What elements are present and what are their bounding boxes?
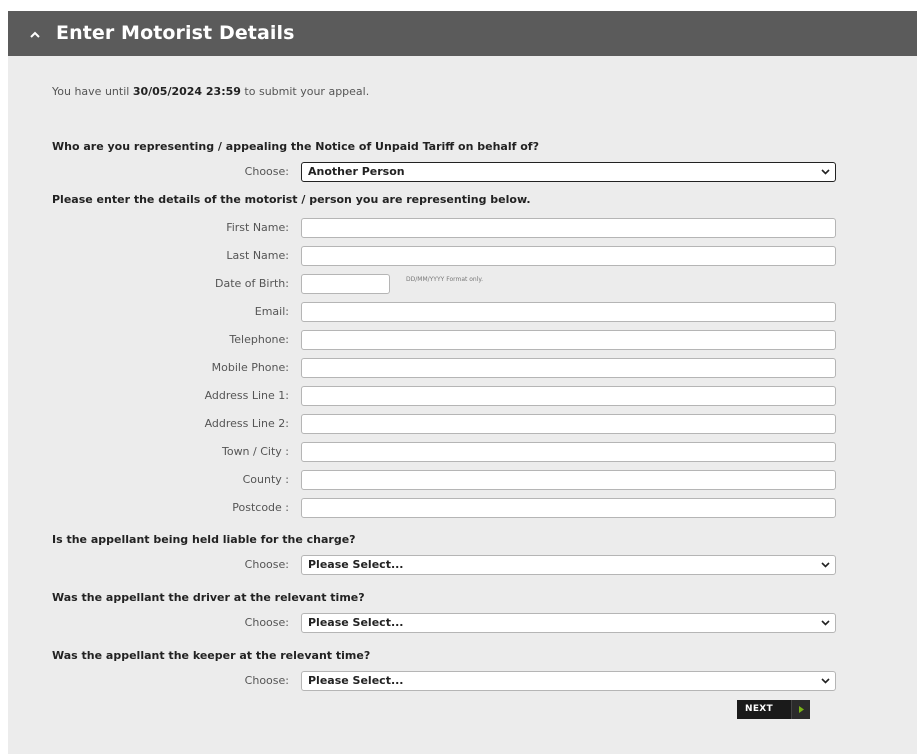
address-line-1-label: Address Line 1: — [204, 389, 289, 402]
chevron-down-icon — [821, 562, 830, 568]
next-button[interactable]: NEXT — [737, 700, 810, 719]
address-line-2-label: Address Line 2: — [204, 417, 289, 430]
liable-choose-label: Choose: — [244, 558, 289, 571]
county-label: County : — [242, 473, 289, 486]
keeper-question: Was the appellant the keeper at the rele… — [52, 649, 371, 662]
dob-label: Date of Birth: — [214, 277, 289, 290]
last-name-input[interactable] — [301, 246, 836, 266]
driver-selected-value: Please Select... — [308, 616, 404, 629]
last-name-label: Last Name: — [226, 249, 289, 262]
panel-header[interactable]: Enter Motorist Details — [8, 11, 917, 56]
email-label: Email: — [254, 305, 289, 318]
mobile-phone-input[interactable] — [301, 358, 836, 378]
driver-select[interactable]: Please Select... — [301, 613, 836, 633]
representing-question: Who are you representing / appealing the… — [52, 140, 539, 153]
email-input[interactable] — [301, 302, 836, 322]
keeper-select[interactable]: Please Select... — [301, 671, 836, 691]
liable-select[interactable]: Please Select... — [301, 555, 836, 575]
mobile-phone-label: Mobile Phone: — [211, 361, 289, 374]
next-button-label: NEXT — [745, 704, 773, 714]
address-line-2-input[interactable] — [301, 414, 836, 434]
first-name-label: First Name: — [226, 221, 289, 234]
driver-question: Was the appellant the driver at the rele… — [52, 591, 365, 604]
county-input[interactable] — [301, 470, 836, 490]
first-name-input[interactable] — [301, 218, 836, 238]
representing-choose-label: Choose: — [244, 165, 289, 178]
telephone-input[interactable] — [301, 330, 836, 350]
telephone-label: Telephone: — [229, 333, 289, 346]
next-arrow-box — [791, 700, 810, 719]
liable-selected-value: Please Select... — [308, 558, 404, 571]
postcode-input[interactable] — [301, 498, 836, 518]
liable-question: Is the appellant being held liable for t… — [52, 533, 356, 546]
town-city-input[interactable] — [301, 442, 836, 462]
panel-title: Enter Motorist Details — [56, 22, 295, 44]
deadline-date: 30/05/2024 23:59 — [132, 85, 241, 98]
deadline-notice: You have until 30/05/2024 23:59 to submi… — [52, 84, 369, 100]
dob-format-hint: DD/MM/YYYY Format only. — [406, 276, 483, 283]
keeper-choose-label: Choose: — [244, 674, 289, 687]
keeper-selected-value: Please Select... — [308, 674, 404, 687]
chevron-down-icon — [821, 169, 830, 175]
postcode-label: Postcode : — [232, 501, 289, 514]
motorist-details-heading: Please enter the details of the motorist… — [52, 193, 531, 206]
deadline-prefix: You have until — [52, 85, 133, 98]
driver-choose-label: Choose: — [244, 616, 289, 629]
chevron-down-icon — [821, 620, 830, 626]
play-arrow-icon — [799, 706, 804, 713]
address-line-1-input[interactable] — [301, 386, 836, 406]
motorist-details-panel: Enter Motorist Details — [8, 11, 917, 754]
representing-selected-value: Another Person — [308, 165, 405, 178]
town-city-label: Town / City : — [221, 445, 289, 458]
representing-select[interactable]: Another Person — [301, 162, 836, 182]
deadline-suffix: to submit your appeal. — [240, 85, 370, 98]
dob-input[interactable] — [301, 274, 390, 294]
chevron-down-icon — [821, 678, 830, 684]
chevron-up-icon[interactable] — [28, 28, 42, 42]
